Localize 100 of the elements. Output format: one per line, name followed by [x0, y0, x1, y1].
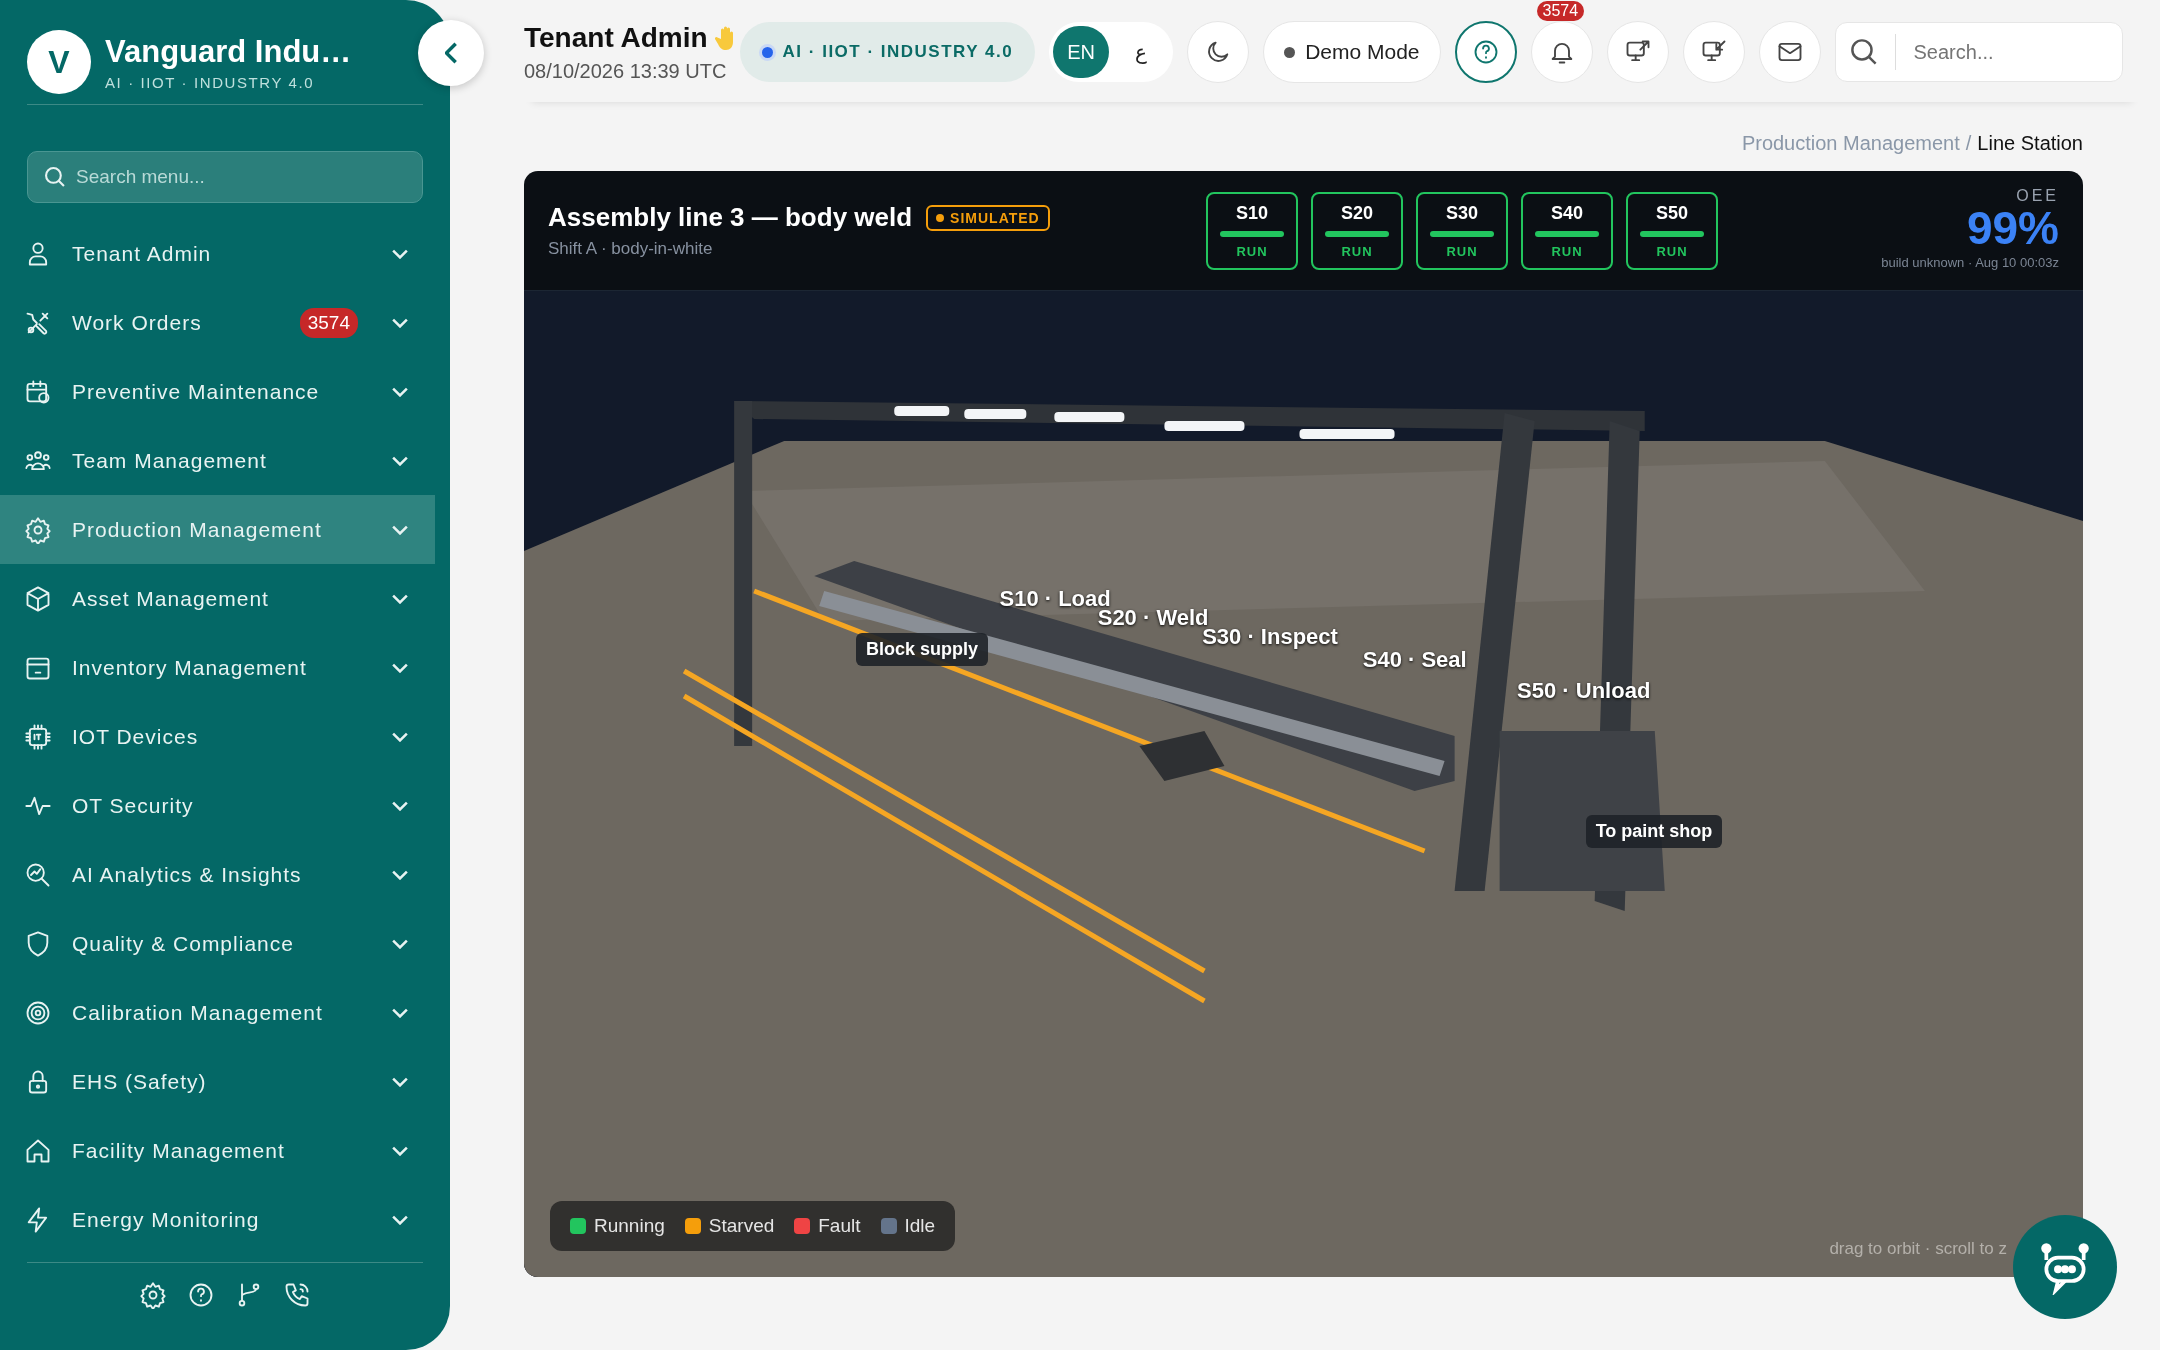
station-id: S40: [1551, 203, 1583, 225]
menu-item[interactable]: Calibration Management: [0, 978, 435, 1047]
station-status: RUN: [1341, 243, 1373, 259]
station-status-card[interactable]: S40 RUN: [1521, 192, 1613, 270]
chevron-down-icon: [392, 938, 408, 949]
station-status-card[interactable]: S10 RUN: [1206, 192, 1298, 270]
menu-item-label: Work Orders: [72, 310, 203, 335]
demo-mode-button[interactable]: Demo Mode: [1263, 21, 1441, 83]
area-label: Block supply: [856, 633, 989, 667]
chevron-down-icon: [392, 248, 408, 259]
menu-item-label: Team Management: [72, 448, 268, 473]
station-status-card[interactable]: S50 RUN: [1626, 192, 1718, 270]
viewer-subtitle: Shift A · body-in-white: [548, 239, 714, 259]
station-status-card[interactable]: S20 RUN: [1311, 192, 1403, 270]
page-title: Tenant Admin: [524, 21, 708, 54]
phone-icon[interactable]: [283, 1281, 311, 1309]
viewer-hint: drag to orbit · scroll to z: [1829, 1239, 2007, 1259]
legend-label: Idle: [904, 1215, 936, 1237]
chevron-down-icon: [392, 662, 408, 673]
chevron-down-icon: [392, 524, 408, 535]
count-badge: 3574: [299, 307, 358, 338]
menu-item-label: OT Security: [72, 793, 195, 818]
chevron-down-icon: [392, 1214, 408, 1225]
chevron-down-icon: [392, 1007, 408, 1018]
tags-text: AI · IIOT · INDUSTRY 4.0: [782, 42, 1014, 62]
oee-label: OEE: [2015, 187, 2059, 205]
station-label: S10 · Load: [999, 585, 1111, 611]
search-field[interactable]: Search menu...: [27, 151, 423, 203]
station-id: S30: [1446, 203, 1478, 225]
menu-item-label: IOT Devices: [72, 724, 200, 749]
menu-item-label: Energy Monitoring: [72, 1207, 261, 1232]
menu-item[interactable]: Energy Monitoring: [0, 1185, 435, 1254]
menu-item-label: Calibration Management: [72, 1000, 324, 1025]
station-status-card[interactable]: S30 RUN: [1416, 192, 1508, 270]
station-id: S50: [1656, 203, 1688, 225]
menu-item[interactable]: IOT Devices: [0, 702, 435, 771]
menu-item-label: Asset Management: [72, 586, 270, 611]
station-status: RUN: [1551, 243, 1583, 259]
search-icon: [45, 167, 65, 187]
station-label: S40 · Seal: [1362, 646, 1467, 673]
oee-value: 99%: [1965, 205, 2059, 251]
collapse-button[interactable]: [418, 20, 484, 86]
menu-item-label: Inventory Management: [72, 655, 308, 680]
station-id: S10: [1236, 203, 1268, 225]
station-id: S20: [1341, 203, 1373, 225]
search-icon: [1850, 39, 1877, 65]
chevron-down-icon: [392, 800, 408, 811]
menu-item[interactable]: Tenant Admin: [0, 219, 435, 288]
menu-item[interactable]: Facility Management: [0, 1116, 435, 1185]
date-time: 08/10/2026 13:39 UTC: [524, 59, 728, 83]
viewer-title: Assembly line 3 — body weld: [548, 202, 913, 233]
notification-badge: 3574: [1536, 1, 1585, 21]
menu-item[interactable]: Preventive Maintenance: [0, 357, 435, 426]
menu-item-label: EHS (Safety): [72, 1069, 208, 1094]
help-icon[interactable]: [187, 1281, 215, 1309]
menu-item[interactable]: Asset Management: [0, 564, 435, 633]
logo: V: [27, 30, 91, 94]
menu-item[interactable]: Quality & Compliance: [0, 909, 435, 978]
menu-item-label: Production Management: [72, 517, 323, 542]
chip-icon: [24, 722, 52, 751]
legend-label: Starved: [708, 1215, 775, 1237]
menu-item[interactable]: EHS (Safety): [0, 1047, 435, 1116]
legend-label: Fault: [818, 1215, 861, 1237]
menu-item-label: Quality & Compliance: [72, 931, 295, 956]
station-status: RUN: [1656, 243, 1688, 259]
legend-label: Running: [594, 1215, 665, 1237]
chevron-down-icon: [392, 1145, 408, 1156]
menu-item[interactable]: Inventory Management: [0, 633, 435, 702]
brand-name: Vanguard Indu…: [105, 33, 352, 70]
chevron-down-icon: [392, 317, 408, 328]
box-icon: [24, 584, 52, 613]
chevron-down-icon: [392, 1076, 408, 1087]
chevron-down-icon: [392, 731, 408, 742]
menu-item[interactable]: OT Security: [0, 771, 435, 840]
chevron-down-icon: [392, 455, 408, 466]
menu-item-label: Facility Management: [72, 1138, 286, 1163]
chevron-down-icon: [392, 593, 408, 604]
breadcrumb-separator: /: [1965, 132, 1972, 155]
chevron-left-icon: [445, 42, 457, 64]
station-label: S30 · Inspect: [1202, 624, 1338, 651]
menu-item-label: AI Analytics & Insights: [72, 862, 303, 887]
status-dot: [761, 46, 773, 58]
menu-item-label: Preventive Maintenance: [72, 379, 321, 404]
simulated-badge: SIMULATED: [926, 204, 1050, 231]
area-label: To paint shop: [1585, 814, 1723, 848]
breadcrumb-item: Line Station: [1977, 132, 2083, 155]
language-option[interactable]: ع: [1113, 26, 1170, 78]
language-option[interactable]: EN: [1053, 26, 1110, 78]
menu-item[interactable]: Production Management: [0, 495, 435, 564]
settings-icon[interactable]: [139, 1281, 167, 1309]
chevron-down-icon: [392, 386, 408, 397]
menu-item[interactable]: Team Management: [0, 426, 435, 495]
menu-item[interactable]: AI Analytics & Insights: [0, 840, 435, 909]
settings-icon: [24, 515, 52, 544]
build-info: build unknown · Aug 10 00:03z: [1881, 255, 2059, 270]
station-label: S50 · Unload: [1517, 677, 1651, 704]
chevron-down-icon: [392, 869, 408, 880]
station-status: RUN: [1236, 243, 1268, 259]
menu-item[interactable]: Work Orders 3574: [0, 288, 435, 357]
menu-item-label: Tenant Admin: [72, 241, 213, 266]
